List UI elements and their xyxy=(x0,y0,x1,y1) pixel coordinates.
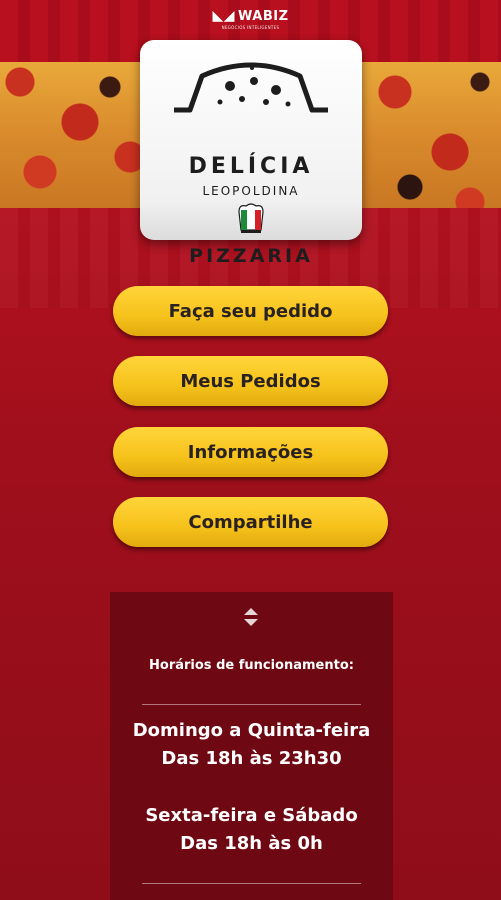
opening-hours-panel: Horários de funcionamento: Domingo a Qui… xyxy=(110,592,393,900)
expand-collapse-icon[interactable] xyxy=(241,606,261,628)
wabiz-icon: ◣◢ xyxy=(212,8,236,24)
pizza-slice-arch-icon xyxy=(174,62,328,113)
wabiz-tagline: NEGÓCIOS INTELIGENTES xyxy=(221,25,280,30)
restaurant-subtitle: LEOPOLDINA xyxy=(202,184,300,198)
divider xyxy=(142,704,361,705)
wabiz-logo: ◣◢ WABIZ NEGÓCIOS INTELIGENTES xyxy=(0,8,501,30)
schedule-days: Domingo a Quinta-feira xyxy=(132,720,371,741)
opening-hours-title: Horários de funcionamento: xyxy=(149,658,354,673)
schedule-hours: Das 18h às 0h xyxy=(180,833,323,854)
information-button[interactable]: Informações xyxy=(113,427,388,477)
chef-hat-italian-flag-icon xyxy=(238,203,264,233)
schedule-days: Sexta-feira e Sábado xyxy=(145,805,358,826)
wabiz-text: WABIZ xyxy=(238,9,289,24)
restaurant-logo: DELÍCIA LEOPOLDINA PIZZARIA xyxy=(140,40,362,267)
schedule-hours: Das 18h às 23h30 xyxy=(161,748,342,769)
share-button[interactable]: Compartilhe xyxy=(113,497,388,547)
restaurant-category: PIZZARIA xyxy=(189,245,313,267)
divider xyxy=(142,883,361,884)
order-button[interactable]: Faça seu pedido xyxy=(113,286,388,336)
restaurant-name: DELÍCIA xyxy=(188,154,314,179)
my-orders-button[interactable]: Meus Pedidos xyxy=(113,356,388,406)
